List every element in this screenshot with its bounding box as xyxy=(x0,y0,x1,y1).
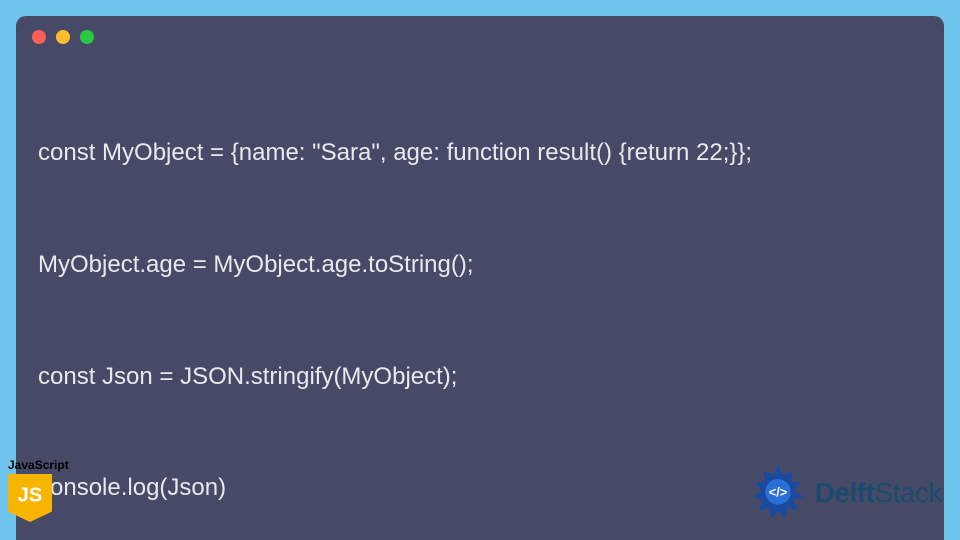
js-shield-icon xyxy=(8,474,52,522)
brand-watermark: </> DelftStack xyxy=(749,464,942,522)
code-line: MyObject.age = MyObject.age.toString(); xyxy=(38,246,922,283)
close-icon[interactable] xyxy=(32,30,46,44)
brand-name-light: Stack xyxy=(874,477,942,508)
svg-text:</>: </> xyxy=(769,484,787,499)
code-window: const MyObject = {name: "Sara", age: fun… xyxy=(16,16,944,540)
brand-logo-icon: </> xyxy=(749,464,807,522)
language-label: JavaScript xyxy=(8,458,69,472)
code-line: const MyObject = {name: "Sara", age: fun… xyxy=(38,134,922,171)
minimize-icon[interactable] xyxy=(56,30,70,44)
brand-name: DelftStack xyxy=(815,477,942,509)
code-line: const Json = JSON.stringify(MyObject); xyxy=(38,358,922,395)
maximize-icon[interactable] xyxy=(80,30,94,44)
language-badge: JavaScript xyxy=(8,458,69,522)
brand-name-bold: Delft xyxy=(815,477,875,508)
window-titlebar xyxy=(16,16,944,54)
